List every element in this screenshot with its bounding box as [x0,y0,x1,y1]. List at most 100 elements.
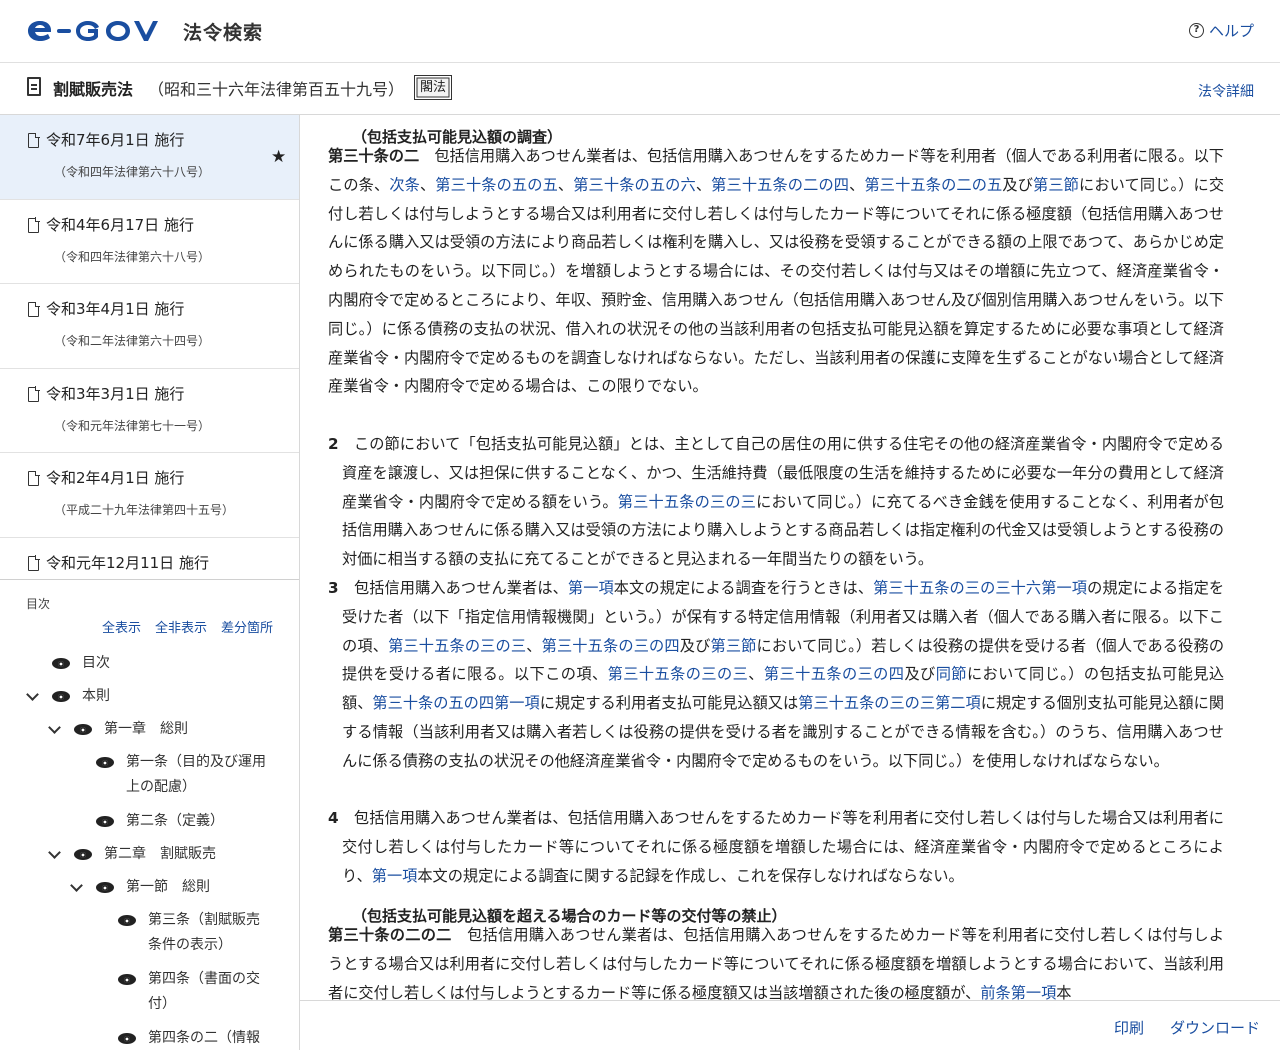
paragraph-text: 、 [748,665,764,684]
law-ref-link[interactable]: 第三十五条の三の三第二項 [798,694,981,712]
toc-item-label: 上の配慮） [126,779,196,795]
paragraph-text: 包括信用購入あつせん業者は、包括信用購入あつせんをするためカード等を利用者に交付… [328,926,1225,1000]
paragraph-text: 及び [1002,175,1034,194]
law-ref-link[interactable]: 第三十条の五の五 [435,176,558,194]
chevron-down-icon[interactable] [48,847,62,861]
footer-bar: 印刷 ダウンロード [300,1000,1280,1050]
paragraph-text: 、 [849,175,865,194]
law-ref-link[interactable]: 第三十五条の二の四 [711,176,849,194]
law-ref-link[interactable]: 第三十五条の三の三十六第一項 [873,579,1087,597]
law-ref-link[interactable]: 第一項 [372,867,418,885]
law-ref-link[interactable]: 第三十条の五の六 [573,176,696,194]
version-law: （令和四年法律第六十八号） [54,249,211,264]
law-ref-link[interactable]: 第三十五条の三の三 [618,493,756,511]
print-button[interactable]: 印刷 [1114,1017,1144,1038]
version-law: （平成二十九年法律第四十五号） [54,503,235,517]
eye-icon[interactable] [74,724,92,735]
eye-icon[interactable] [118,915,136,926]
eye-icon[interactable] [96,816,114,827]
law-ref-link[interactable]: 第三十条の五の四第一項 [372,694,539,712]
document-icon [28,301,40,317]
article-title: 第三十条の二の二 [328,926,452,944]
paragraph-number: 3 [328,579,339,597]
paragraph-number: 4 [328,809,339,827]
toc-hide-all-button[interactable]: 全非表示 [155,617,207,636]
law-ref-link[interactable]: 前条第一項 [980,984,1056,1000]
version-date: 令和4年6月17日 施行 [46,215,194,234]
toc-item-label: 第一節 総則 [126,879,210,895]
version-list[interactable]: 令和7年6月1日 施行 （令和四年法律第六十八号） ★ 令和4年6月17日 施行… [0,115,299,580]
chevron-down-icon[interactable] [70,880,84,894]
article-paragraph: 第三十条の二 包括信用購入あつせん業者は、包括信用購入あつせんをするためカード等… [328,142,1224,401]
paragraph-text: 包括信用購入あつせん業者は、 [338,579,568,597]
document-icon [28,386,40,402]
toc-item-label: 第四条の二（情報 [148,1030,260,1046]
version-item[interactable]: 令和4年6月17日 施行 （令和四年法律第六十八号） [0,200,299,284]
version-date: 令和3年4月1日 施行 [46,300,185,318]
toc-diff-button[interactable]: 差分箇所 [221,617,273,636]
law-type-badge: 閣法 [414,75,453,100]
egov-logo[interactable] [26,14,171,48]
toc-item-label: 本則 [82,688,110,704]
toc-item-label: 第一章 総則 [104,721,188,737]
sidebar: 令和7年6月1日 施行 （令和四年法律第六十八号） ★ 令和4年6月17日 施行… [0,115,300,1050]
version-item[interactable]: 令和3年4月1日 施行 （令和二年法律第六十四号） [0,284,299,369]
help-icon: ? [1188,23,1204,38]
eye-icon[interactable] [96,882,114,893]
law-title: 割賦販売法 [53,80,134,99]
version-item[interactable]: 令和3年3月1日 施行 （令和元年法律第七十一号） [0,369,299,453]
paragraph-text: 本文の規定による調査に関する記録を作成し、これを保存しなければならない。 [417,866,964,885]
paragraph-text: において同じ。）に交付し若しくは付与しようとする場合又は利用者に交付し若しくは付… [328,175,1225,396]
law-ref-link[interactable]: 同節 [936,665,967,683]
version-item[interactable]: 令和元年12月11日 施行 [0,538,299,580]
paragraph-text: 本文の規定による調査を行うときは、 [613,579,874,597]
help-link[interactable]: ? ヘルプ [1188,20,1254,41]
paragraph-text: 及び [679,636,711,655]
article-paragraph: 4 包括信用購入あつせん業者は、包括信用購入あつせんをするためカード等を利用者に… [328,804,1224,890]
chevron-down-icon[interactable] [26,689,40,703]
paragraph-text: 及び [904,665,936,684]
paragraph-text: 、 [557,175,574,194]
law-ref-link[interactable]: 第三十五条の三の三 [388,637,526,655]
document-icon [28,132,40,148]
star-icon: ★ [271,147,287,167]
version-date: 令和3年3月1日 施行 [46,384,185,403]
toc-item-label: 目次 [82,655,110,671]
article-title: 第三十条の二 [328,147,420,165]
eye-icon[interactable] [52,658,70,669]
eye-icon[interactable] [118,974,136,985]
document-icon [28,217,40,233]
article-paragraph: 第三十条の二の二 包括信用購入あつせん業者は、包括信用購入あつせんをするためカー… [328,921,1224,1000]
law-ref-link[interactable]: 第一項 [568,579,614,597]
law-detail-link[interactable]: 法令詳細 [1198,81,1254,101]
toc-show-all-button[interactable]: 全表示 [102,617,141,636]
egov-logo-mark [28,21,158,41]
paragraph-text: 、 [526,636,542,655]
eye-icon[interactable] [52,691,70,702]
top-header: 法令検索 ? ヘルプ [0,0,1280,63]
toc-item-label: 第三条（割賦販売 [148,912,260,928]
chevron-down-icon[interactable] [48,722,62,736]
eye-icon[interactable] [118,1033,136,1044]
version-item[interactable]: 令和7年6月1日 施行 （令和四年法律第六十八号） ★ [0,115,299,200]
version-date: 令和元年12月11日 施行 [46,553,209,572]
law-ref-link[interactable]: 第三節 [1033,176,1079,194]
law-number: （昭和三十六年法律第百五十九号） [148,80,405,99]
law-body: （包括支払可能見込額の調査） 第三十条の二 包括信用購入あつせん業者は、包括信用… [300,115,1280,1000]
eye-icon[interactable] [96,757,114,768]
eye-icon[interactable] [74,849,92,860]
law-ref-link[interactable]: 第三十五条の三の四 [764,665,905,683]
version-item[interactable]: 令和2年4月1日 施行 （平成二十九年法律第四十五号） [0,453,299,538]
paragraph-text: 、 [695,175,712,194]
law-ref-link[interactable]: 第三十五条の三の四 [542,637,680,655]
law-ref-link[interactable]: 第三十五条の二の五 [864,176,1002,194]
law-ref-link[interactable]: 第三十五条の三の三 [608,665,749,683]
paragraph-text: 本 [1056,983,1072,1000]
version-law: （令和元年法律第七十一号） [54,418,211,433]
app-name: 法令検索 [183,22,264,44]
law-ref-link[interactable]: 次条 [389,176,420,194]
download-button[interactable]: ダウンロード [1170,1017,1260,1038]
law-ref-link[interactable]: 第三節 [710,637,756,655]
document-icon [27,77,41,96]
article-paragraph: 2 この節において「包括支払可能見込額」とは、主として自己の居住の用に供する住宅… [328,430,1224,574]
